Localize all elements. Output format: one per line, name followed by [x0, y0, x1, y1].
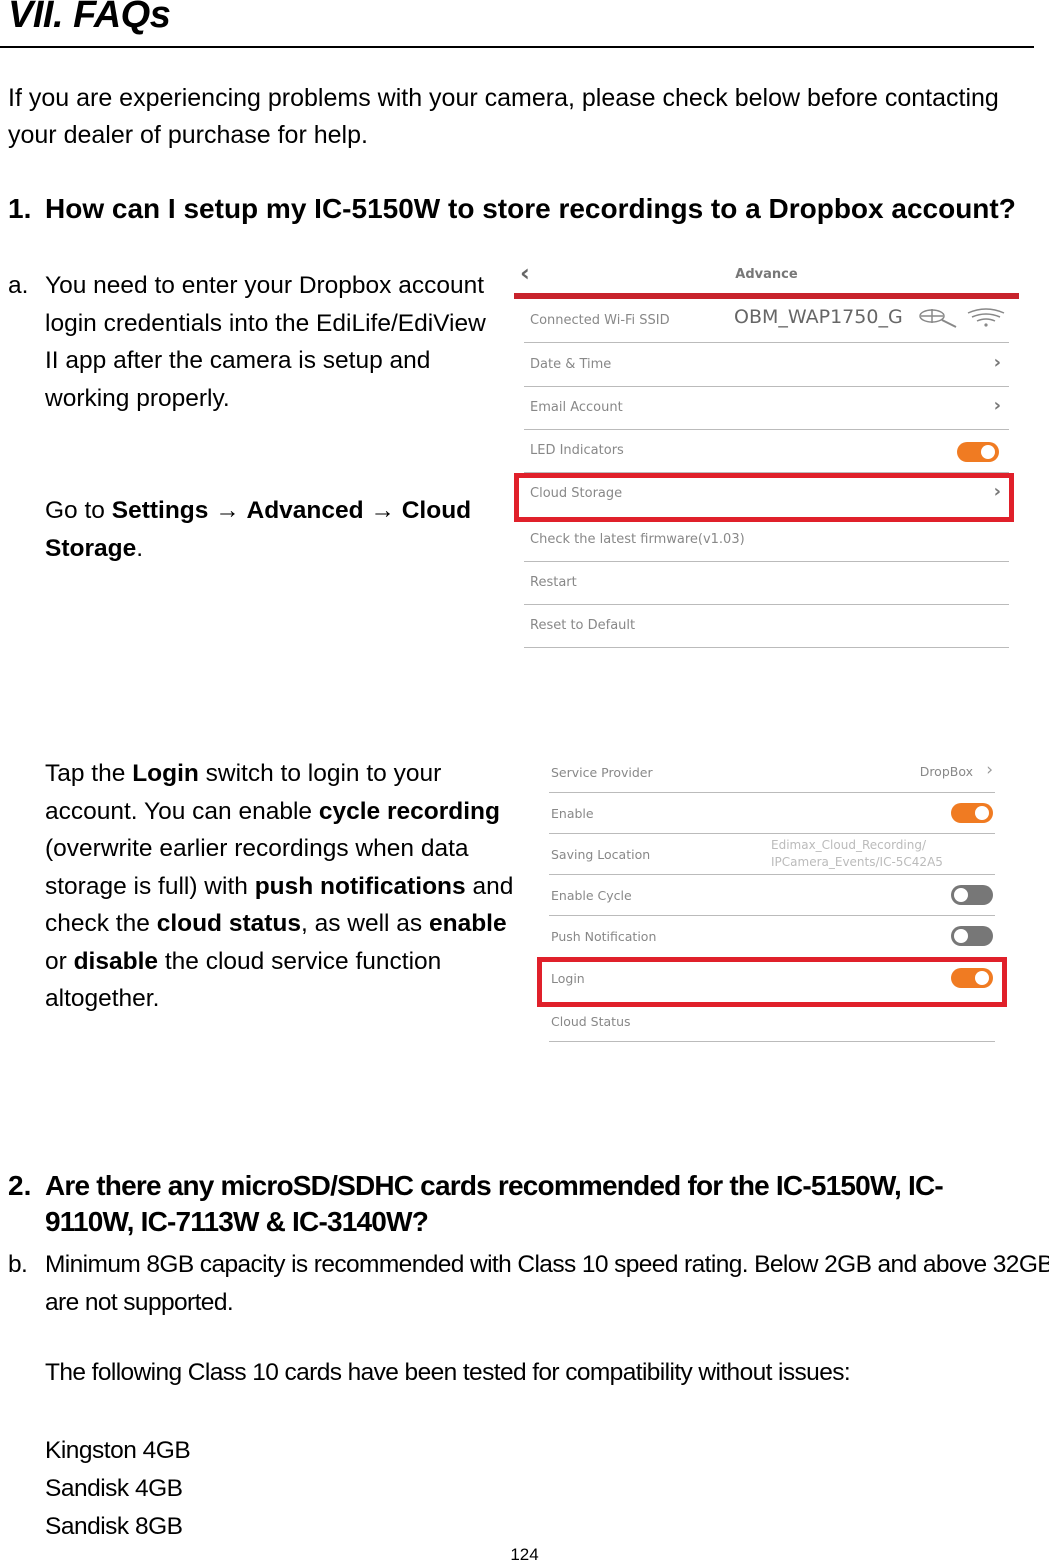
- screen-title: Advance: [735, 267, 798, 282]
- row-label: Service Provider: [551, 765, 653, 780]
- faq1-number: 1.: [8, 193, 32, 224]
- card-item: Kingston 4GB: [45, 1437, 191, 1464]
- faq1-login-instructions: Tap the Login switch to login to your ac…: [45, 755, 520, 1018]
- row-push-notification: Push Notification: [549, 916, 995, 957]
- cloud-storage-highlight: [514, 473, 1014, 522]
- chevron-right-icon: ›: [993, 352, 1001, 373]
- row-label: Reset to Default: [530, 618, 636, 633]
- text: , as well as: [300, 910, 429, 937]
- login-highlight: [537, 957, 1007, 1007]
- row-label: Connected Wi-Fi SSID: [530, 313, 670, 328]
- faq2-answer-text: Minimum 8GB capacity is recommended with…: [45, 1251, 1049, 1316]
- location-line-1: Edimax_Cloud_Recording/: [771, 838, 927, 852]
- row-enable: Enable: [549, 793, 995, 834]
- arrow-icon: →: [363, 497, 402, 524]
- header-accent-bar: [514, 293, 1019, 299]
- row-label: Check the latest firmware(v1.03): [530, 532, 745, 547]
- text: Tap the: [45, 760, 133, 787]
- row-label: Date & Time: [530, 357, 612, 372]
- title-divider: [0, 46, 1034, 48]
- toggle-knob: [954, 888, 968, 902]
- row-connected-ssid: Connected Wi-Fi SSID OBM_WAP1750_G: [524, 300, 1009, 343]
- emphasis-push-notifications: push notifications: [254, 872, 466, 900]
- row-led-indicators: LED Indicators: [524, 430, 1009, 473]
- row-label: Enable Cycle: [551, 888, 632, 903]
- row-label: Saving Location: [551, 847, 651, 862]
- row-enable-cycle: Enable Cycle: [549, 875, 995, 916]
- goto-advanced: Advanced: [246, 497, 364, 524]
- row-label: Restart: [530, 575, 577, 590]
- page-number: 124: [510, 1545, 539, 1564]
- row-cloud-status[interactable]: Cloud Status: [549, 1001, 995, 1042]
- row-label: LED Indicators: [530, 443, 624, 458]
- advance-settings-screenshot: ‹ Advance Connected Wi-Fi SSID OBM_WAP17…: [514, 258, 1019, 654]
- faq2-question: 2. Are there any microSD/SDHC cards reco…: [8, 1168, 1048, 1248]
- toggle-knob: [954, 929, 968, 943]
- push-notification-toggle[interactable]: [951, 926, 993, 946]
- wifi-search-icon[interactable]: [916, 307, 1006, 333]
- faq2-number: 2.: [8, 1170, 32, 1201]
- chevron-right-icon: ›: [986, 760, 993, 780]
- row-label: Push Notification: [551, 929, 657, 944]
- row-service-provider[interactable]: Service Provider DropBox ›: [549, 752, 995, 793]
- row-saving-location: Saving Location Edimax_Cloud_Recording/ …: [549, 834, 995, 875]
- row-date-time[interactable]: Date & Time ›: [524, 344, 1009, 387]
- faq1-answer-label: a.: [8, 272, 29, 299]
- emphasis-login: Login: [132, 760, 199, 787]
- faq1-answer-text: You need to enter your Dropbox account l…: [45, 272, 486, 412]
- enable-cycle-toggle[interactable]: [951, 885, 993, 905]
- section-title: VII. FAQs: [8, 0, 171, 36]
- faq1-question-text: How can I setup my IC-5150W to store rec…: [45, 193, 1016, 224]
- app-header: ‹ Advance: [514, 258, 1019, 292]
- row-label: Cloud Status: [551, 1014, 631, 1029]
- tested-cards-intro: The following Class 10 cards have been t…: [45, 1359, 851, 1386]
- goto-settings: Settings: [111, 497, 209, 524]
- toggle-knob: [981, 445, 995, 459]
- row-restart[interactable]: Restart: [524, 562, 1009, 605]
- card-item: Sandisk 4GB: [45, 1475, 183, 1502]
- saving-location-value: Edimax_Cloud_Recording/ IPCamera_Events/…: [771, 837, 943, 871]
- faq2-answer-label: b.: [8, 1251, 28, 1278]
- arrow-icon: →: [208, 497, 247, 524]
- emphasis-enable: enable: [428, 910, 507, 937]
- faq1-navigation-path: Go to Settings → Advanced → Cloud Storag…: [45, 492, 485, 567]
- row-reset-default[interactable]: Reset to Default: [524, 605, 1009, 648]
- emphasis-disable: disable: [73, 947, 159, 975]
- service-provider-value: DropBox: [919, 764, 973, 779]
- intro-paragraph: If you are experiencing problems with yo…: [8, 84, 999, 149]
- tested-cards-list: Kingston 4GB Sandisk 4GB Sandisk 8GB: [45, 1432, 191, 1546]
- enable-toggle[interactable]: [951, 803, 993, 823]
- cloud-storage-screenshot: Service Provider DropBox › Enable Saving…: [537, 752, 1012, 1047]
- chevron-right-icon: ›: [993, 395, 1001, 416]
- row-email-account[interactable]: Email Account ›: [524, 387, 1009, 430]
- row-label: Enable: [551, 806, 594, 821]
- goto-prefix: Go to: [45, 497, 112, 524]
- emphasis-cycle-recording: cycle recording: [318, 797, 500, 825]
- toggle-knob: [975, 806, 989, 820]
- row-check-firmware[interactable]: Check the latest firmware(v1.03): [524, 519, 1009, 562]
- location-line-2: IPCamera_Events/IC-5C42A5: [771, 855, 943, 869]
- faq2-question-text: Are there any microSD/SDHC cards recomme…: [45, 1170, 944, 1237]
- goto-suffix: .: [136, 534, 144, 562]
- text: or: [45, 947, 74, 975]
- row-label: Email Account: [530, 400, 623, 415]
- card-item: Sandisk 8GB: [45, 1513, 183, 1540]
- ssid-value: OBM_WAP1750_G: [734, 306, 903, 328]
- led-indicators-toggle[interactable]: [957, 442, 999, 462]
- emphasis-cloud-status: cloud status: [156, 910, 301, 937]
